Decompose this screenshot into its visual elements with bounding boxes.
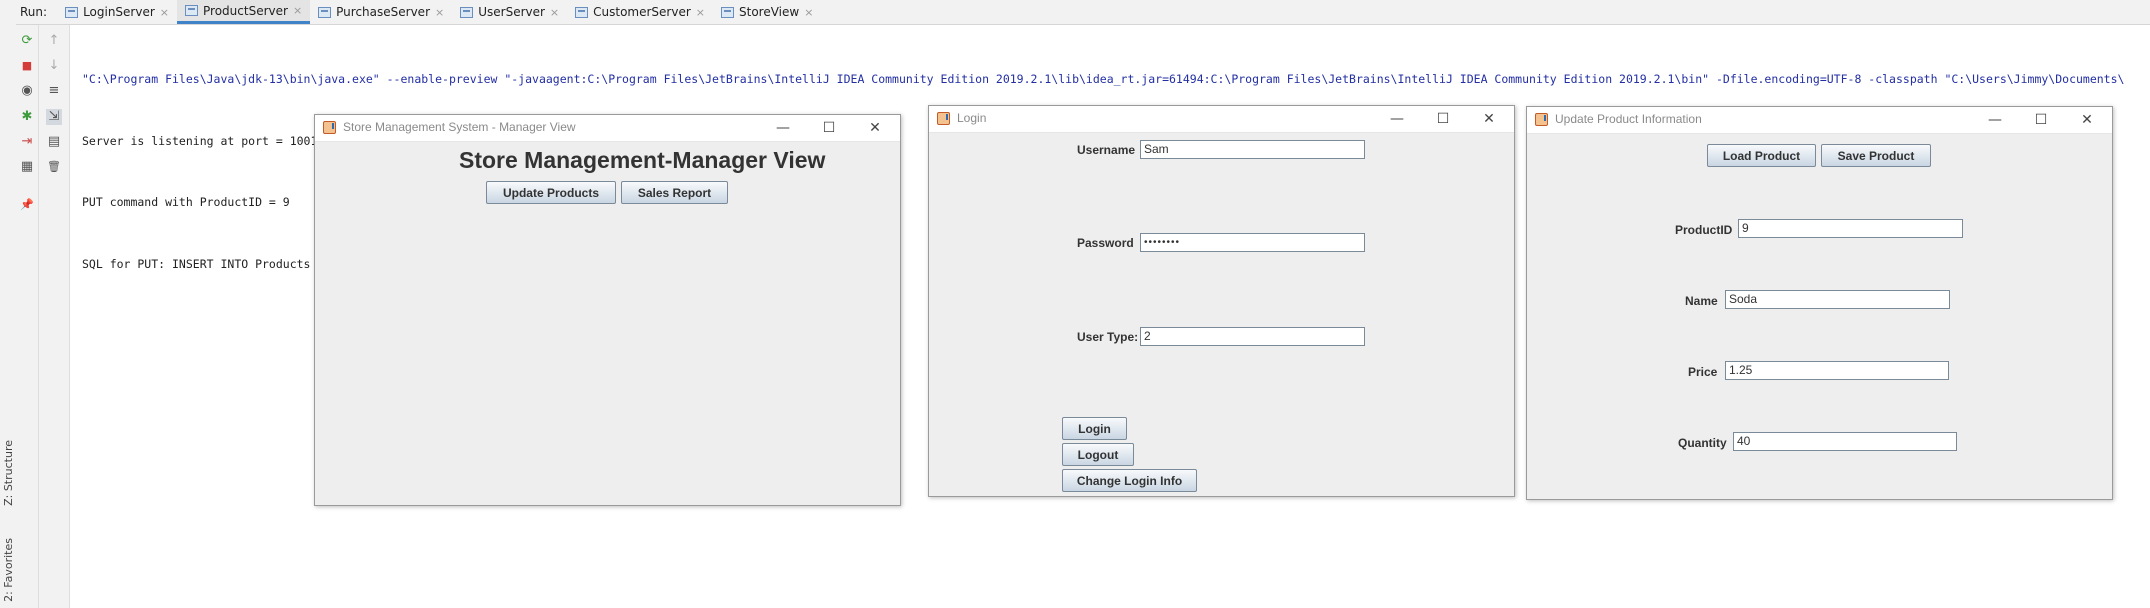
- close-icon[interactable]: ×: [550, 6, 559, 19]
- run-label: Run:: [20, 5, 48, 19]
- stop-icon[interactable]: ■: [19, 58, 35, 74]
- soft-wrap-icon[interactable]: ≡: [46, 83, 62, 99]
- username-field[interactable]: Sam: [1140, 140, 1365, 159]
- run-config-icon: [185, 5, 199, 16]
- exit-icon[interactable]: ⇥: [19, 134, 35, 150]
- java-app-icon: [323, 121, 336, 134]
- window-title: Login: [957, 111, 987, 125]
- quantity-field[interactable]: 40: [1733, 432, 1957, 451]
- arrow-up-icon[interactable]: ↑: [46, 33, 62, 49]
- run-config-icon: [721, 6, 734, 18]
- tab-label: ProductServer: [203, 3, 288, 18]
- quantity-label: Quantity: [1678, 436, 1727, 450]
- tab-productserver[interactable]: ProductServer ×: [177, 0, 311, 24]
- update-products-button[interactable]: Update Products: [486, 181, 616, 204]
- tab-label: UserServer: [478, 5, 545, 19]
- minimize-icon[interactable]: —: [1973, 109, 2017, 131]
- close-icon[interactable]: ×: [696, 6, 705, 19]
- load-product-button[interactable]: Load Product: [1707, 144, 1816, 167]
- name-label: Name: [1685, 294, 1718, 308]
- tab-storeview[interactable]: StoreView ×: [713, 0, 821, 24]
- run-config-icon: [575, 6, 589, 18]
- change-login-info-button[interactable]: Change Login Info: [1062, 469, 1197, 492]
- arrow-down-icon[interactable]: ↓: [46, 58, 62, 74]
- tab-purchaseserver[interactable]: PurchaseServer ×: [310, 0, 452, 24]
- tab-loginserver[interactable]: LoginServer ×: [57, 0, 177, 24]
- tab-label: StoreView: [739, 5, 800, 19]
- logout-button[interactable]: Logout: [1062, 443, 1134, 466]
- maximize-icon[interactable]: ☐: [1421, 108, 1465, 130]
- debug-icon[interactable]: ✱: [19, 109, 35, 125]
- price-label: Price: [1688, 365, 1718, 379]
- window-titlebar[interactable]: Update Product Information — ☐ ✕: [1527, 107, 2112, 134]
- close-icon[interactable]: ×: [804, 6, 813, 19]
- price-field[interactable]: 1.25: [1725, 361, 1949, 380]
- tab-customerserver[interactable]: CustomerServer ×: [567, 0, 713, 24]
- pin-icon[interactable]: 📌: [19, 197, 35, 213]
- user-type-field[interactable]: 2: [1140, 327, 1365, 346]
- maximize-icon[interactable]: ☐: [2019, 109, 2063, 131]
- run-config-icon: [460, 6, 474, 18]
- tab-label: LoginServer: [83, 5, 155, 19]
- close-icon[interactable]: ✕: [2065, 109, 2109, 131]
- close-icon[interactable]: ×: [293, 4, 302, 17]
- tab-userserver[interactable]: UserServer ×: [452, 0, 567, 24]
- password-field[interactable]: ••••••••: [1140, 233, 1365, 252]
- camera-icon[interactable]: ◉: [19, 83, 35, 99]
- window-titlebar[interactable]: Store Management System - Manager View —…: [315, 115, 900, 142]
- save-product-button[interactable]: Save Product: [1821, 144, 1931, 167]
- java-app-icon: [1535, 113, 1548, 126]
- username-label: Username: [1077, 143, 1136, 157]
- update-product-window: Update Product Information — ☐ ✕ Load Pr…: [1526, 106, 2113, 500]
- minimize-icon[interactable]: —: [761, 117, 805, 139]
- tab-label: CustomerServer: [593, 5, 691, 19]
- window-title: Update Product Information: [1555, 112, 1702, 126]
- trash-icon[interactable]: 🗑: [46, 159, 62, 175]
- name-field[interactable]: Soda: [1725, 290, 1950, 309]
- left-tool-strip: Z: Structure 2: Favorites: [0, 0, 17, 608]
- structure-tab[interactable]: Z: Structure: [2, 440, 15, 506]
- manager-view-window: Store Management System - Manager View —…: [314, 114, 901, 506]
- login-window: Login — ☐ ✕ Username Sam Password ••••••…: [928, 105, 1515, 497]
- window-titlebar[interactable]: Login — ☐ ✕: [929, 106, 1514, 133]
- close-icon[interactable]: ×: [160, 6, 169, 19]
- run-toolbar-secondary: ↑ ↓ ≡ ⇲ ▤ 🗑: [39, 25, 70, 608]
- favorites-tab[interactable]: 2: Favorites: [2, 538, 15, 602]
- print-icon[interactable]: ▤: [46, 134, 62, 150]
- minimize-icon[interactable]: —: [1375, 108, 1419, 130]
- product-id-field[interactable]: 9: [1738, 219, 1963, 238]
- product-id-label: ProductID: [1675, 223, 1733, 237]
- user-type-label: User Type:: [1077, 330, 1139, 344]
- layout-icon[interactable]: ▦: [19, 159, 35, 175]
- scroll-to-end-icon[interactable]: ⇲: [46, 109, 62, 125]
- close-icon[interactable]: ×: [435, 6, 444, 19]
- password-label: Password: [1077, 236, 1134, 250]
- run-config-icon: [318, 6, 332, 18]
- tab-label: PurchaseServer: [336, 5, 430, 19]
- maximize-icon[interactable]: ☐: [807, 117, 851, 139]
- rerun-icon[interactable]: ⟳: [19, 33, 35, 49]
- run-toolbar-primary: ⟳ ■ ◉ ✱ ⇥ ▦ 📌: [16, 25, 39, 608]
- run-config-icon: [65, 6, 79, 18]
- login-button[interactable]: Login: [1062, 417, 1127, 440]
- page-title: Store Management-Manager View: [459, 147, 826, 173]
- console-line: "C:\Program Files\Java\jdk-13\bin\java.e…: [82, 72, 2125, 86]
- window-title: Store Management System - Manager View: [343, 120, 576, 134]
- sales-report-button[interactable]: Sales Report: [621, 181, 728, 204]
- java-app-icon: [937, 112, 950, 125]
- run-tab-bar: Run: LoginServer × ProductServer × Purch…: [16, 0, 2150, 25]
- close-icon[interactable]: ✕: [853, 117, 897, 139]
- close-icon[interactable]: ✕: [1467, 108, 1511, 130]
